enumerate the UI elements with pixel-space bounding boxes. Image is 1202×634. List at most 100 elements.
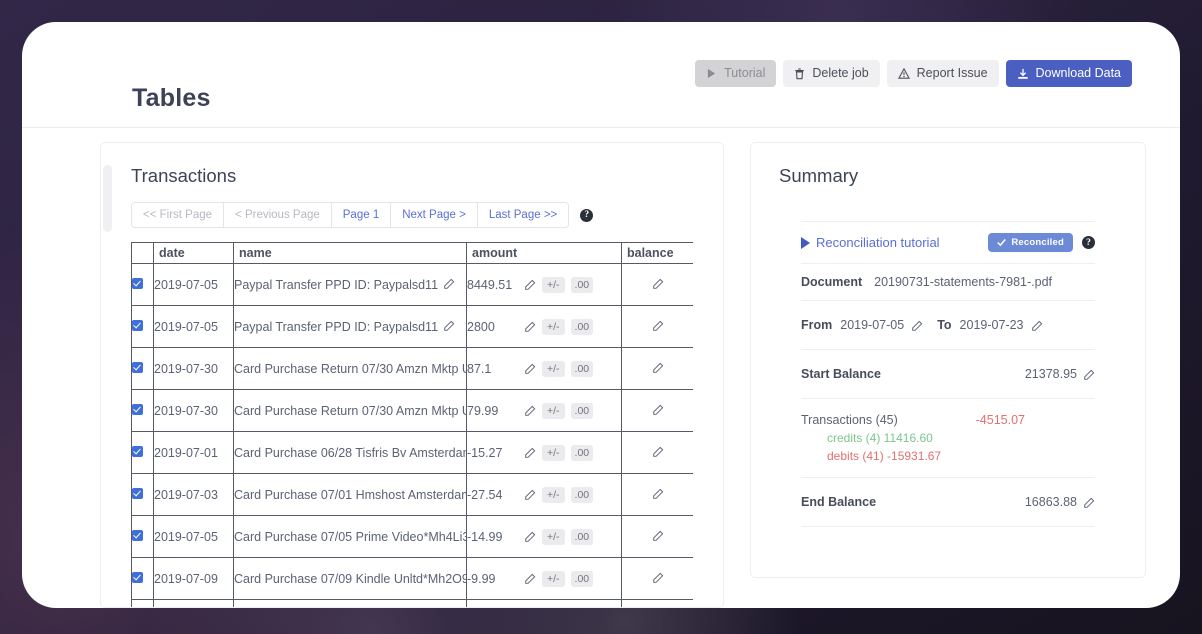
summary-panel: Summary Reconciliation tutorial Reconcil… [750,142,1146,578]
plus-minus-toggle[interactable]: +/- [542,319,565,335]
reconciliation-row: Reconciliation tutorial Reconciled ? [801,221,1095,263]
row-checkbox[interactable] [132,404,143,415]
plus-minus-toggle[interactable]: +/- [542,571,565,587]
edit-amount-icon[interactable] [525,363,536,374]
transactions-summary-label: Transactions (45) [801,413,898,427]
end-balance-row: End Balance 16863.88 [801,477,1095,527]
edit-balance-icon[interactable] [653,362,664,373]
pagination-last-page[interactable]: Last Page >> [478,203,568,227]
to-value: 2019-07-23 [960,318,1024,332]
row-checkbox[interactable] [132,572,143,583]
cell-date: 2019-07-05 [154,264,234,306]
edit-balance-icon[interactable] [653,572,664,583]
table-row: 2019-07-30Card Purchase Return 07/30 Amz… [132,390,694,432]
cents-field[interactable]: .00 [571,277,594,293]
delete-job-button[interactable]: Delete job [783,60,879,87]
plus-minus-toggle[interactable]: +/- [542,361,565,377]
row-checkbox[interactable] [132,446,143,457]
edit-balance-icon[interactable] [653,320,664,331]
page-title: Tables [132,84,1070,113]
edit-balance-icon[interactable] [653,488,664,499]
start-balance-value: 21378.95 [1025,367,1077,381]
cell-amount: 87.1+/-.00 [467,348,622,390]
cell-amount-text: 79.99 [467,404,519,418]
column-header-balance: balance [622,243,694,264]
plus-minus-toggle[interactable]: +/- [542,529,565,545]
edit-balance-icon[interactable] [653,278,664,289]
edit-end-balance-icon[interactable] [1084,497,1095,508]
pagination-page-1[interactable]: Page 1 [332,203,391,227]
status-badge[interactable]: Reconciled [988,233,1073,252]
edit-amount-icon[interactable] [525,531,536,542]
cell-name-text: Card Purchase 07/09 Kindle Unltd*Mh2O99 [234,572,467,586]
top-toolbar: Tutorial Delete job Report Issue Download D… [695,60,1132,87]
play-icon [801,237,810,249]
edit-balance-icon[interactable] [653,404,664,415]
plus-minus-toggle[interactable]: +/- [542,403,565,419]
download-data-button[interactable]: Download Data [1006,60,1132,87]
row-checkbox[interactable] [132,278,143,289]
edit-amount-icon[interactable] [525,573,536,584]
report-issue-button[interactable]: Report Issue [887,60,999,87]
cell-amount-text: -15.27 [467,446,519,460]
cell-amount-text: 2800 [467,320,519,334]
cell-name: Paypal Transfer PPD ID: Paypalsd11 [234,264,467,306]
edit-start-balance-icon[interactable] [1084,369,1095,380]
cell-amount-text: -9.99 [467,572,519,586]
end-balance-value: 16863.88 [1025,495,1077,509]
edit-name-icon[interactable] [444,320,455,331]
edit-amount-icon[interactable] [525,447,536,458]
plus-minus-toggle[interactable]: +/- [542,445,565,461]
transactions-table: datenameamountbalance 2019-07-05Paypal T… [131,242,693,608]
row-checkbox[interactable] [132,530,143,541]
help-icon[interactable]: ? [580,209,593,222]
cell-balance [622,516,694,558]
cents-field[interactable]: .00 [571,487,594,503]
cell-balance [622,600,694,609]
edit-amount-icon[interactable] [525,279,536,290]
plus-minus-toggle[interactable]: +/- [542,277,565,293]
tutorial-button[interactable]: Tutorial [695,60,776,87]
row-checkbox[interactable] [132,320,143,331]
transactions-table-wrap: datenameamountbalance 2019-07-05Paypal T… [131,242,693,608]
reconciliation-tutorial-link[interactable]: Reconciliation tutorial [801,235,940,250]
column-header-date: date [154,243,234,264]
cell-amount: 2800 +/- .00 [467,306,622,348]
summary-body: Reconciliation tutorial Reconciled ? Doc… [779,221,1117,527]
row-checkbox-cell [132,432,154,474]
plus-minus-toggle[interactable]: +/- [542,487,565,503]
edit-amount-icon[interactable] [525,405,536,416]
row-checkbox-cell [132,516,154,558]
pagination-next-page[interactable]: Next Page > [391,203,478,227]
row-checkbox[interactable] [132,488,143,499]
download-icon [1017,68,1029,80]
edit-balance-icon[interactable] [653,446,664,457]
cents-field[interactable]: .00 [571,571,594,587]
toolbar-button-label: Download Data [1036,67,1121,80]
table-header-row: datenameamountbalance [132,243,694,264]
cell-amount-text: -27.54 [467,488,519,502]
edit-amount-icon[interactable] [525,321,536,332]
edit-balance-icon[interactable] [653,530,664,541]
edit-amount-icon[interactable] [525,489,536,500]
column-header-amount: amount [467,243,622,264]
cell-name-text: Paypal Transfer PPD ID: Paypalsd11 [234,320,438,334]
cell-name: Card Purchase 07/09 Kindle Unltd*Mh2O99 [234,558,467,600]
cell-date: 2019-07-30 [154,348,234,390]
cents-field[interactable]: .00 [571,403,594,419]
table-head: datenameamountbalance [132,243,694,264]
summary-help-icon[interactable]: ? [1082,236,1095,249]
vertical-scrollbar[interactable] [103,165,112,232]
cents-field[interactable]: .00 [571,445,594,461]
cell-amount: -31.14+/-.00 [467,600,622,609]
cents-field[interactable]: .00 [571,319,594,335]
edit-to-icon[interactable] [1032,320,1043,331]
cents-field[interactable]: .00 [571,361,594,377]
cents-field[interactable]: .00 [571,529,594,545]
row-checkbox-cell [132,600,154,609]
edit-from-icon[interactable] [912,320,923,331]
edit-name-icon[interactable] [444,278,455,289]
row-checkbox[interactable] [132,362,143,373]
row-checkbox-cell [132,348,154,390]
summary-title: Summary [779,165,1117,187]
